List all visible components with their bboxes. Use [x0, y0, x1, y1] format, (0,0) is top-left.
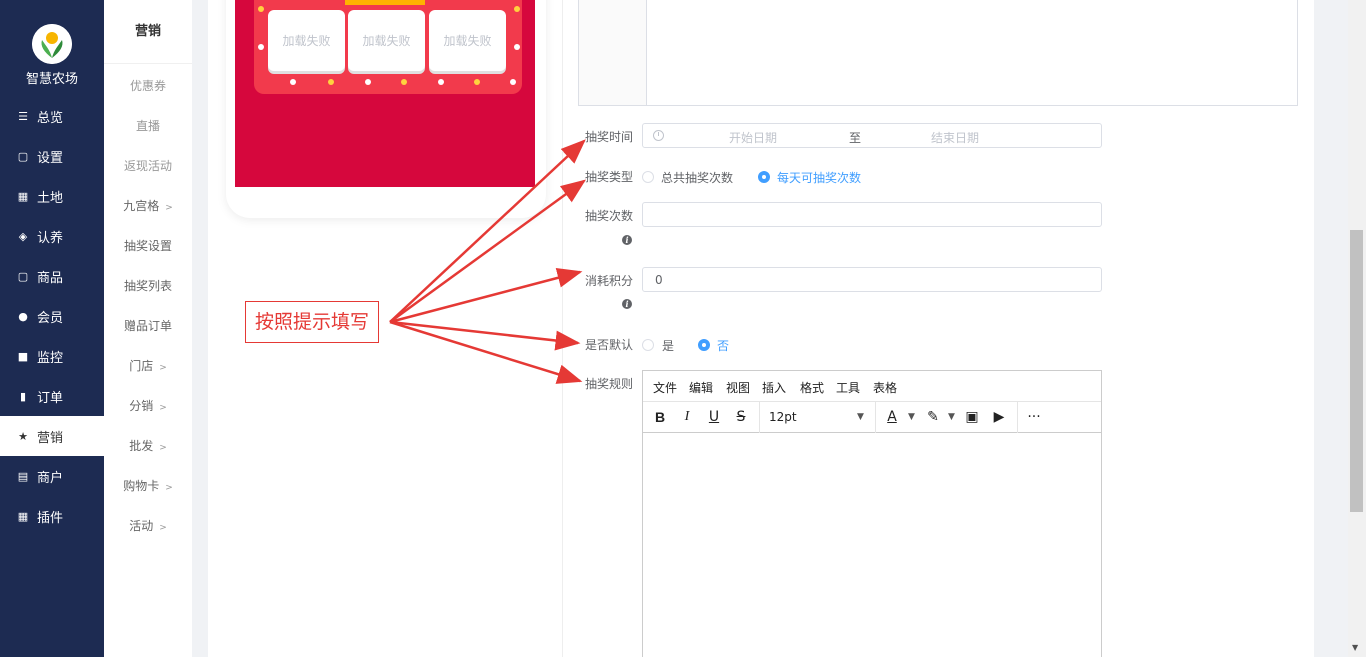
scrollbar-thumb[interactable] [1350, 230, 1363, 512]
annotation-arrows [389, 139, 587, 384]
scroll-down-icon[interactable]: ▼ [1352, 643, 1358, 652]
annotation-note: 按照提示填写 [245, 301, 379, 343]
